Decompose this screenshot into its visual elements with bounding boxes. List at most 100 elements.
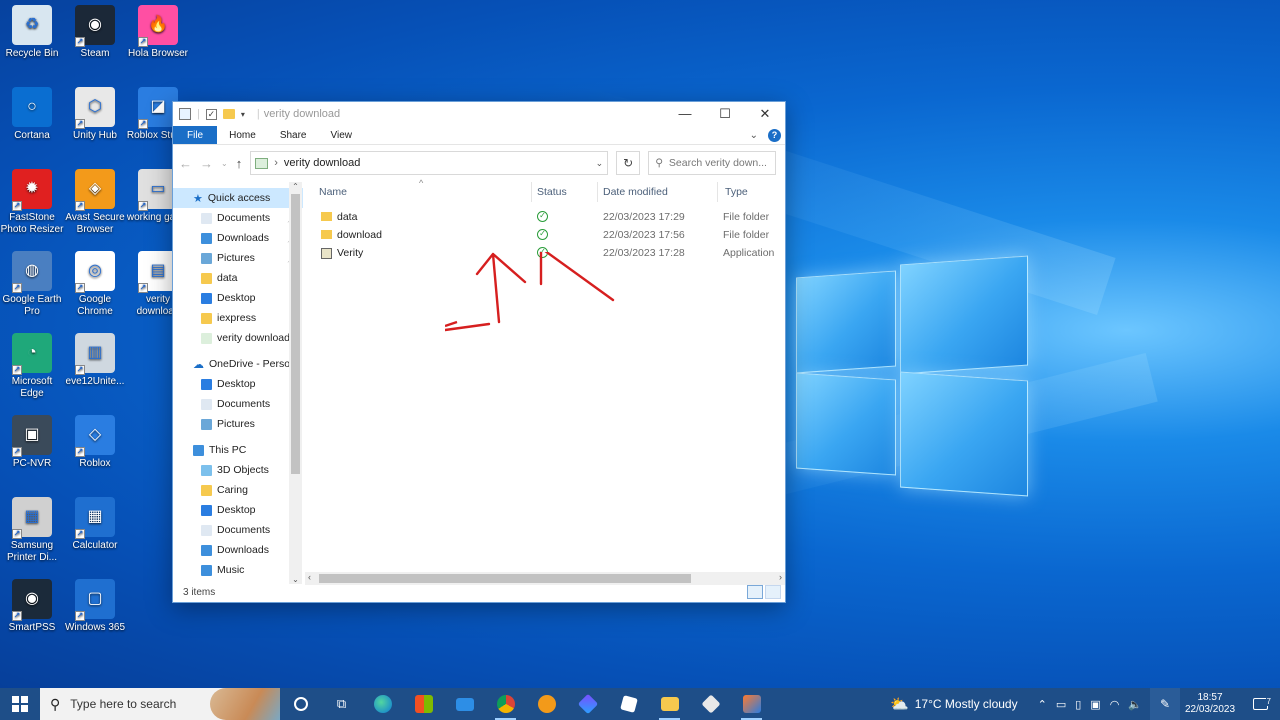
nav-item-3d-objects[interactable]: 3D Objects [173, 460, 303, 480]
cortana-button[interactable] [280, 688, 321, 720]
taskbar-chrome[interactable] [485, 688, 526, 720]
nav-item-downloads[interactable]: Downloads [173, 540, 303, 560]
scroll-thumb[interactable] [291, 194, 300, 474]
clock[interactable]: 18:57 22/03/2023 [1180, 692, 1240, 716]
desktop-icon-pc-nvr[interactable]: ▣ ↗ PC-NVR [0, 415, 64, 470]
taskbar-edge[interactable] [362, 688, 403, 720]
show-hidden-icons-chevron[interactable]: ⌃ [1038, 698, 1047, 711]
taskbar-store[interactable] [403, 688, 444, 720]
details-view-button[interactable] [747, 585, 763, 599]
nav-quick-access[interactable]: ★ Quick access [173, 188, 303, 208]
column-status[interactable]: Status [533, 182, 593, 202]
device-icon[interactable]: ▯ [1075, 698, 1081, 711]
taskbar-avast[interactable] [526, 688, 567, 720]
address-path[interactable]: verity download [284, 157, 360, 169]
tab-view[interactable]: View [319, 126, 365, 144]
action-center-button[interactable]: 7 [1240, 697, 1280, 710]
tab-file[interactable]: File [173, 126, 218, 144]
recent-locations-dropdown[interactable]: ⌄ [221, 159, 228, 168]
nav-item-iexpress[interactable]: iexpress [173, 308, 303, 328]
weather-widget[interactable]: ⛅ 17°C Mostly cloudy [878, 695, 1030, 713]
desktop-icon-avast-secure-browser[interactable]: ◈ ↗ Avast Secure Browser [63, 169, 127, 236]
file-date: 22/03/2023 17:29 [603, 211, 685, 223]
desktop-icon-cortana[interactable]: ○ Cortana [0, 87, 64, 142]
taskbar-unity[interactable] [690, 688, 731, 720]
tab-home[interactable]: Home [217, 126, 268, 144]
desktop-icon-recycle-bin[interactable]: ♻ Recycle Bin [0, 5, 64, 60]
search-input[interactable]: ⚲ Search verity down... [648, 151, 777, 175]
desktop-icon-faststone-photo-resizer[interactable]: ✹ ↗ FastStone Photo Resizer [0, 169, 64, 236]
nav-item-music[interactable]: Music [173, 560, 303, 580]
nav-item-caring[interactable]: Caring [173, 480, 303, 500]
nav-onedrive[interactable]: ☁ OneDrive - Person [173, 354, 303, 374]
desktop-icon-samsung-printer-di[interactable]: ▦ ↗ Samsung Printer Di... [0, 497, 64, 564]
file-row[interactable]: data ✓ 22/03/2023 17:29 File folder [305, 208, 785, 226]
forward-button[interactable]: → [200, 156, 213, 171]
nav-item-data[interactable]: data [173, 268, 303, 288]
nav-item-documents[interactable]: Documents [173, 520, 303, 540]
app-icon: ◎ ↗ [75, 251, 115, 293]
nav-item-documents[interactable]: Documents [173, 394, 303, 414]
desktop-icon-smartpss[interactable]: ◉ ↗ SmartPSS [0, 579, 64, 634]
taskbar-search-placeholder: Type here to search [70, 697, 177, 711]
volume-icon[interactable]: 🔈 [1128, 698, 1142, 711]
taskbar-app[interactable] [567, 688, 608, 720]
desktop-icon-calculator[interactable]: ▦ ↗ Calculator [63, 497, 127, 552]
quick-access-dropdown-icon[interactable]: ▾ [241, 110, 245, 119]
desktop-icon-hola-browser[interactable]: 🔥 ↗ Hola Browser [126, 5, 190, 60]
taskbar-search[interactable]: ⚲ Type here to search [40, 688, 280, 720]
nav-item-desktop[interactable]: Desktop [173, 288, 303, 308]
nav-scrollbar[interactable]: ⌃ ⌄ [289, 182, 302, 584]
battery-icon[interactable]: ▭ [1056, 698, 1066, 711]
nav-item-desktop[interactable]: Desktop [173, 500, 303, 520]
nav-item-pictures[interactable]: Pictures [173, 414, 303, 434]
desktop-icon-steam[interactable]: ◉ ↗ Steam [63, 5, 127, 60]
desktop-icon-unity-hub[interactable]: ⬡ ↗ Unity Hub [63, 87, 127, 142]
nav-item-pictures[interactable]: Pictures📌 [173, 248, 303, 268]
expand-ribbon-icon[interactable]: ⌄ [750, 130, 758, 141]
wifi-icon[interactable]: ◠ [1110, 698, 1120, 711]
desktop-icon-roblox[interactable]: ◇ ↗ Roblox [63, 415, 127, 470]
taskbar-app-2[interactable] [731, 688, 772, 720]
desktop-icon-google-chrome[interactable]: ◎ ↗ Google Chrome [63, 251, 127, 318]
minimize-button[interactable]: — [665, 106, 705, 122]
refresh-button[interactable]: ↻ [616, 151, 641, 175]
back-button[interactable]: ← [179, 156, 192, 171]
taskbar-mail[interactable] [444, 688, 485, 720]
app-icon: ◉ ↗ [75, 5, 115, 47]
taskbar-file-explorer[interactable] [649, 688, 690, 720]
scroll-up-icon[interactable]: ⌃ [289, 182, 302, 191]
nav-item-desktop[interactable]: Desktop [173, 374, 303, 394]
scroll-right-icon[interactable]: › [779, 572, 782, 582]
desktop-icon-microsoft-edge[interactable]: ◔ ↗ Microsoft Edge [0, 333, 64, 400]
folder-icon[interactable] [222, 109, 235, 119]
meet-now-icon[interactable]: ▣ [1090, 698, 1100, 711]
column-date-modified[interactable]: Date modified [599, 182, 714, 202]
column-name[interactable]: Name [315, 182, 535, 202]
desktop-icon-google-earth-pro[interactable]: ◍ ↗ Google Earth Pro [0, 251, 64, 318]
large-icons-view-button[interactable] [765, 585, 781, 599]
nav-item-documents[interactable]: Documents📌 [173, 208, 303, 228]
desktop-icon-windows-365[interactable]: ▢ ↗ Windows 365 [63, 579, 127, 634]
start-button[interactable] [0, 688, 40, 720]
tab-share[interactable]: Share [268, 126, 319, 144]
close-button[interactable]: ✕ [745, 106, 785, 122]
nav-item-downloads[interactable]: Downloads📌 [173, 228, 303, 248]
scroll-left-icon[interactable]: ‹ [308, 572, 311, 582]
maximize-button[interactable]: ☐ [705, 106, 745, 122]
nav-this-pc[interactable]: This PC [173, 440, 303, 460]
file-row[interactable]: download ✓ 22/03/2023 17:56 File folder [305, 226, 785, 244]
nav-item-verity-download[interactable]: verity download [173, 328, 303, 348]
taskbar-roblox[interactable] [608, 688, 649, 720]
desktop-icon-eve12unite[interactable]: ▥ ↗ eve12Unite... [63, 333, 127, 388]
folder-properties-icon[interactable] [179, 108, 191, 120]
shortcut-arrow-icon: ↗ [75, 119, 85, 129]
pen-workspace-button[interactable]: ✎ [1150, 688, 1180, 720]
column-type[interactable]: Type [721, 182, 781, 202]
address-bar[interactable]: › verity download ⌄ [250, 151, 609, 175]
checkbox-icon[interactable]: ✓ [205, 108, 217, 120]
up-button[interactable]: ↑ [236, 156, 243, 171]
task-view-button[interactable]: ⧉ [321, 688, 362, 720]
help-icon[interactable]: ? [768, 128, 781, 142]
address-dropdown-icon[interactable]: ⌄ [596, 158, 604, 169]
